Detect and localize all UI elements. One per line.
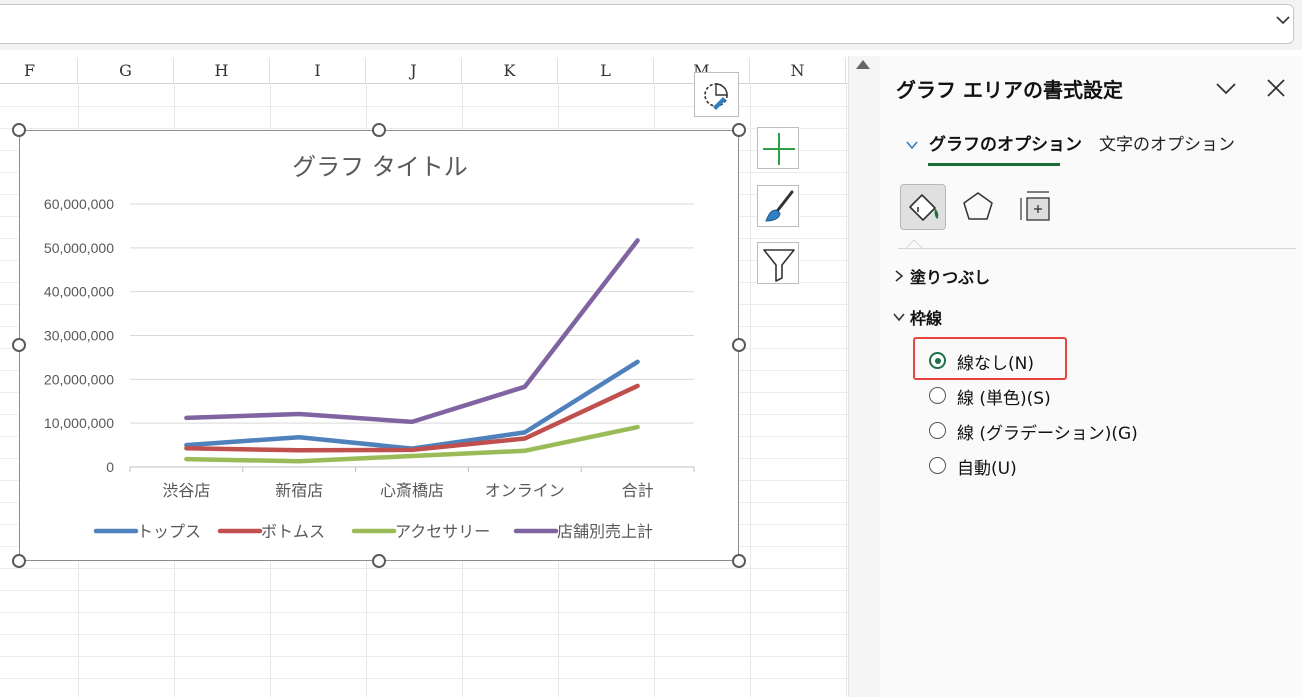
active-tab-indicator (928, 163, 1060, 166)
annotation-highlight-box (913, 337, 1067, 380)
options-divider (898, 248, 1296, 249)
column-header-j[interactable]: J (366, 58, 462, 84)
quick-layout-button[interactable] (694, 72, 739, 117)
column-header-f[interactable]: F (0, 58, 78, 84)
radio-label: 自動(U) (957, 459, 1017, 479)
tab-chart-options[interactable]: グラフのオプション (929, 130, 1082, 155)
radio-button[interactable] (929, 457, 946, 474)
resize-handle-top-right[interactable] (732, 123, 746, 137)
column-header-g[interactable]: G (78, 58, 174, 84)
x-category-label: 心斎橋店 (380, 481, 444, 500)
y-tick-label: 50,000,000 (44, 240, 114, 256)
y-tick-label: 0 (106, 459, 114, 475)
chart-pie-brush-icon (704, 83, 728, 110)
series-line-2 (184, 424, 640, 464)
chevron-right-icon[interactable] (892, 269, 906, 283)
y-tick-label: 40,000,000 (44, 284, 114, 300)
chart-styles-button[interactable] (757, 185, 799, 227)
chart-filters-button[interactable] (757, 242, 799, 284)
series-line-3 (184, 238, 640, 425)
column-header-k[interactable]: K (462, 58, 558, 84)
gridline (0, 656, 848, 657)
column-header-h[interactable]: H (174, 58, 270, 84)
gridline (0, 568, 848, 569)
gridline (0, 634, 848, 635)
size-properties-icon (1020, 191, 1050, 221)
series-line-0 (184, 359, 640, 451)
line-chart[interactable]: 0 10,000,000 20,000,000 30,000,000 40,000,00… (20, 131, 740, 562)
y-tick-label: 20,000,000 (44, 371, 114, 387)
chart-elements-button[interactable] (757, 127, 799, 169)
column-header-l[interactable]: L (558, 58, 654, 84)
legend-label-0: トップス (137, 522, 201, 541)
vertical-scrollbar[interactable] (848, 56, 880, 697)
legend-label-1: ボトムス (261, 522, 325, 541)
pentagon-icon (963, 192, 993, 220)
formula-input[interactable] (0, 4, 1294, 44)
resize-handle-right[interactable] (732, 338, 746, 352)
y-tick-label: 10,000,000 (44, 415, 114, 431)
chevron-down-icon[interactable] (1214, 76, 1238, 100)
filter-icon (763, 249, 795, 282)
x-category-label: オンライン (485, 481, 565, 500)
radio-button[interactable] (929, 422, 946, 439)
x-category-label: 新宿店 (275, 481, 323, 500)
chevron-down-icon[interactable] (905, 138, 919, 152)
selected-indicator-icon (906, 239, 922, 249)
size-properties-button[interactable] (1010, 184, 1056, 230)
gridline (0, 678, 848, 679)
x-category-label: 渋谷店 (162, 481, 210, 500)
gridline (846, 84, 847, 697)
chart-area[interactable]: グラフ タイトル 0 10,000,000 20,000,000 30,000,000… (19, 130, 739, 561)
y-tick-label: 30,000,000 (44, 328, 114, 344)
column-header-i[interactable]: I (270, 58, 366, 84)
tab-text-options[interactable]: 文字のオプション (1099, 130, 1235, 155)
excel-window: { "formula_bar": { "value": "" }, "colum… (0, 0, 1302, 697)
scroll-up-arrow-icon[interactable] (856, 60, 870, 69)
gridline (750, 84, 751, 697)
resize-handle-top-left[interactable] (12, 123, 26, 137)
gridline (0, 612, 848, 613)
pane-title: グラフ エリアの書式設定 (896, 78, 1123, 102)
chevron-down-icon[interactable] (892, 310, 906, 324)
gridline (0, 128, 848, 129)
brush-icon (765, 190, 794, 222)
formula-bar-area (0, 0, 1302, 50)
fill-line-button[interactable] (900, 184, 946, 230)
resize-handle-left[interactable] (12, 338, 26, 352)
radio-button[interactable] (929, 387, 946, 404)
effects-button[interactable] (955, 184, 1001, 230)
plus-icon (763, 133, 795, 165)
paint-bucket-icon (909, 194, 939, 221)
legend-label-3: 店舗別売上計 (557, 522, 653, 541)
section-fill[interactable]: 塗りつぶし (910, 264, 990, 288)
resize-handle-top[interactable] (372, 123, 386, 137)
legend-label-2: アクセサリー (395, 522, 490, 541)
radio-label: 線 (単色)(S) (957, 389, 1051, 409)
column-header-n[interactable]: N (750, 58, 846, 84)
expand-formula-bar-icon[interactable] (1274, 11, 1292, 29)
resize-handle-bottom[interactable] (372, 554, 386, 568)
x-category-label: 合計 (622, 481, 654, 500)
resize-handle-bottom-right[interactable] (732, 554, 746, 568)
y-tick-label: 60,000,000 (44, 196, 114, 212)
gridline (0, 590, 848, 591)
section-border[interactable]: 枠線 (910, 305, 942, 329)
resize-handle-bottom-left[interactable] (12, 554, 26, 568)
radio-label: 線 (グラデーション)(G) (957, 424, 1138, 444)
close-icon[interactable] (1264, 76, 1288, 100)
